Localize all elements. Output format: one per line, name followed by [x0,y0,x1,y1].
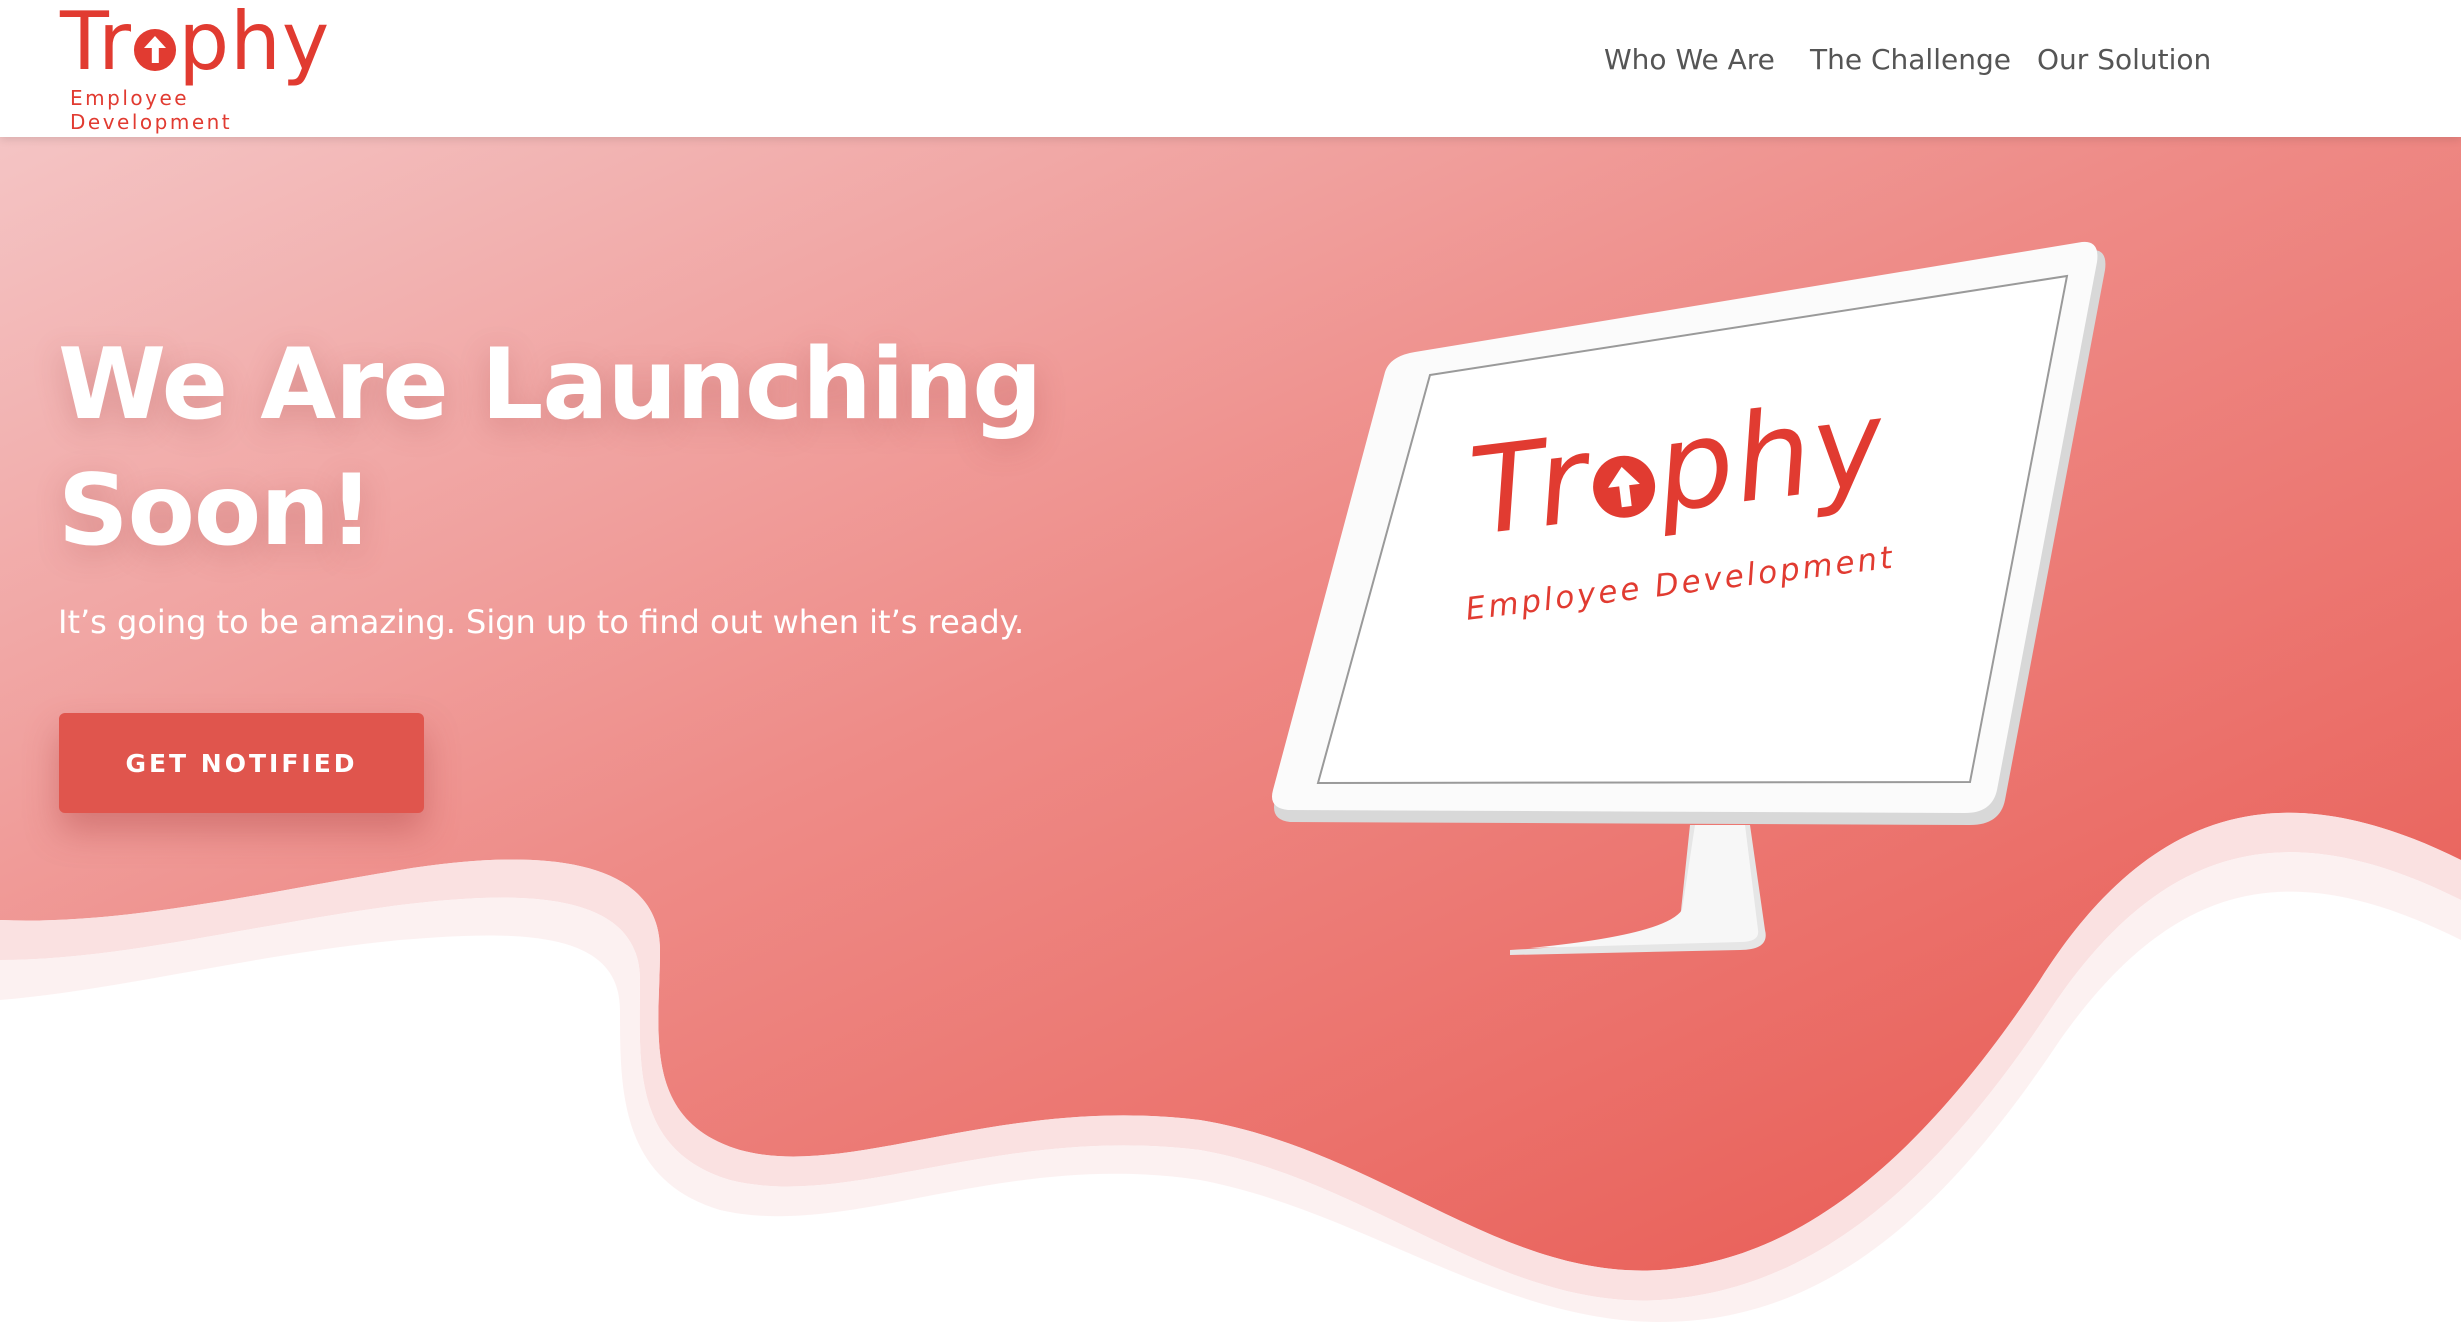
site-header: Tr phy Employee Development Who We Are Th… [0,0,2461,137]
brand-wordmark: Tr phy [60,0,331,88]
nav-link-who-we-are[interactable]: Who We Are [1604,40,1775,80]
up-arrow-circle-icon [134,29,176,71]
brand-logo[interactable]: Tr phy Employee Development [60,0,360,135]
up-arrow-circle-icon [1589,452,1660,522]
hero-title: We Are Launching Soon! [58,328,1042,568]
monitor-wordmark: Tr phy [1463,374,1894,563]
hero-subtitle: It’s going to be amazing. Sign up to fin… [58,603,1025,641]
nav-link-the-challenge[interactable]: The Challenge [1810,40,2011,80]
brand-tagline: Employee Development [70,86,233,134]
get-notified-button[interactable]: GET NOTIFIED [59,713,424,813]
nav-link-our-solution[interactable]: Our Solution [2037,40,2211,80]
